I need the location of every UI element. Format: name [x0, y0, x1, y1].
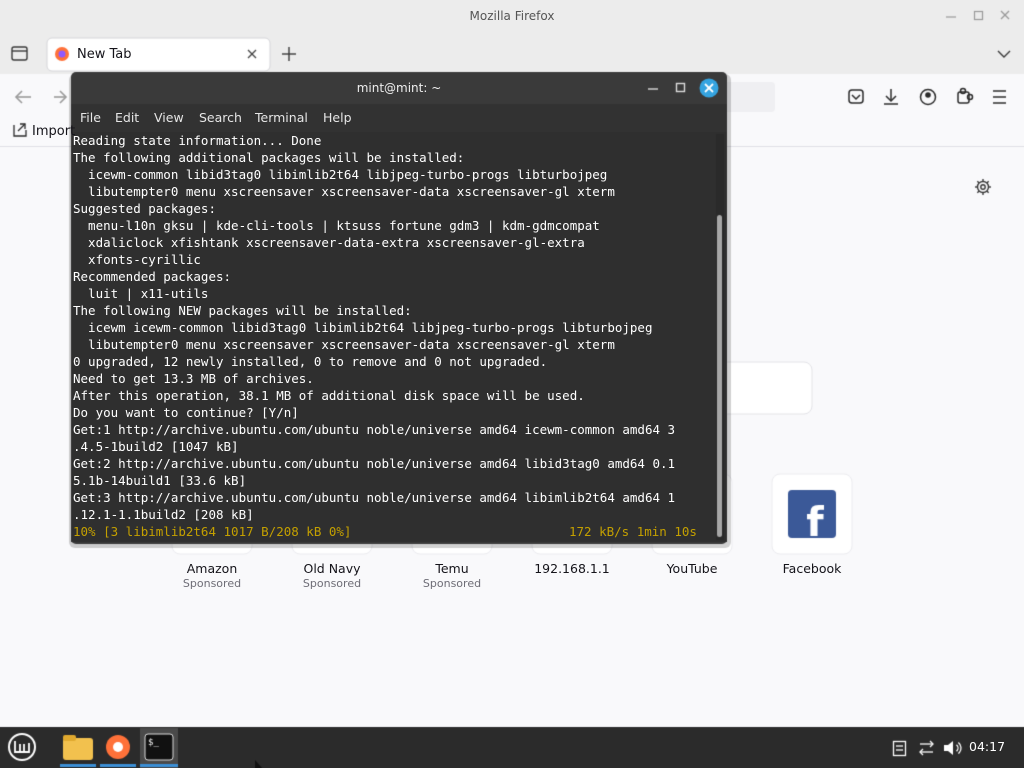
tab-overview-icon[interactable] [8, 40, 32, 68]
clock[interactable]: 04:17 [969, 740, 1005, 754]
menu-help[interactable]: Help [323, 111, 352, 125]
shortcut-title: Old Navy [303, 561, 361, 576]
menu-view[interactable]: View [154, 111, 184, 125]
search-box[interactable] [722, 362, 812, 414]
import-bookmarks-button[interactable] [8, 120, 78, 142]
terminal-line: .12.1-1.1build2 [208 kB] [73, 507, 254, 522]
terminal-line: Do you want to continue? [Y/n] [73, 405, 299, 420]
shortcut-title: Facebook [782, 561, 842, 576]
progress-status: 10% [3 libimlib2t64 1017 B/208 kB 0%] [73, 524, 352, 539]
downloads-icon[interactable] [880, 86, 902, 108]
terminal-line: Get:3 http://archive.ubuntu.com/ubuntu n… [73, 490, 676, 505]
terminal-line: The following NEW packages will be insta… [73, 303, 412, 318]
terminal-line: menu-l10n gksu | kde-cli-tools | ktsuss … [73, 218, 600, 233]
shortcut-sponsored-label: Sponsored [422, 577, 482, 590]
terminal-icon[interactable] [140, 730, 176, 766]
terminal-line: 5.1b-14build1 [33.6 kB] [73, 473, 247, 488]
terminal-line: icewm-common libid3tag0 libimlib2t64 lib… [73, 167, 608, 182]
terminal-line: libutempter0 menu xscreensaver xscreensa… [73, 184, 615, 199]
network-icon[interactable] [916, 738, 936, 758]
terminal-scrollbar[interactable] [715, 215, 723, 540]
tab-new-tab[interactable] [47, 38, 270, 71]
terminal-line: .4.5-1build2 [1047 kB] [73, 439, 239, 454]
terminal-line: Suggested packages: [73, 201, 216, 216]
close-tab-icon[interactable] [242, 44, 262, 64]
menu-icon[interactable] [6, 731, 38, 763]
window-title: Mozilla Firefox [469, 9, 555, 23]
minimize-icon[interactable] [643, 78, 663, 98]
terminal-line: luit | x11-utils [73, 286, 209, 301]
shortcut-title: Amazon [186, 561, 238, 576]
terminal-line: xfonts-cyrillic [73, 252, 201, 267]
menu-file[interactable]: File [80, 111, 101, 125]
gear-icon[interactable] [971, 175, 995, 199]
shortcut-title: YouTube [666, 561, 718, 576]
shortcut-sponsored-label: Sponsored [182, 577, 242, 590]
terminal-line: icewm icewm-common libid3tag0 libimlib2t… [73, 320, 653, 335]
terminal-line: Get:2 http://archive.ubuntu.com/ubuntu n… [73, 456, 676, 471]
terminal-line: libutempter0 menu xscreensaver xscreensa… [73, 337, 615, 352]
maximize-icon[interactable] [671, 78, 691, 98]
volume-icon[interactable] [942, 738, 962, 758]
extensions-icon[interactable] [953, 86, 975, 108]
new-tab-button[interactable] [278, 43, 300, 65]
menu-terminal[interactable]: Terminal [255, 111, 308, 125]
terminal-line: xdaliclock xfishtank xscreensaver-data-e… [73, 235, 585, 250]
shortcut-sponsored-label: Sponsored [302, 577, 362, 590]
terminal-title: mint@mint: ~ [356, 81, 442, 95]
terminal-line: Recommended packages: [73, 269, 232, 284]
close-icon[interactable] [699, 78, 719, 98]
account-icon[interactable] [917, 86, 939, 108]
terminal-line: 0 upgraded, 12 newly installed, 0 to rem… [73, 354, 548, 369]
app-menu-icon[interactable] [988, 86, 1010, 108]
back-button[interactable] [12, 86, 36, 110]
terminal-line: Get:1 http://archive.ubuntu.com/ubuntu n… [73, 422, 676, 437]
files-icon[interactable] [60, 730, 96, 766]
terminal-line: Need to get 13.3 MB of archives. [73, 371, 314, 386]
menu-search[interactable]: Search [199, 111, 242, 125]
shortcut-title: 192.168.1.1 [534, 561, 610, 576]
shortcut-title: Temu [435, 561, 469, 576]
list-tabs-icon[interactable] [992, 43, 1016, 65]
terminal-line: After this operation, 38.1 MB of additio… [73, 388, 585, 403]
shortcut-tile[interactable] [762, 474, 862, 594]
progress-rate: 172 kB/s 1min 10s [569, 524, 697, 539]
notes-icon[interactable] [890, 738, 908, 758]
firefox-icon[interactable] [100, 730, 136, 766]
terminal-line: The following additional packages will b… [73, 150, 465, 165]
terminal-line: Reading state information... Done [73, 133, 322, 148]
menu-edit[interactable]: Edit [115, 111, 139, 125]
pocket-icon[interactable] [845, 86, 867, 108]
